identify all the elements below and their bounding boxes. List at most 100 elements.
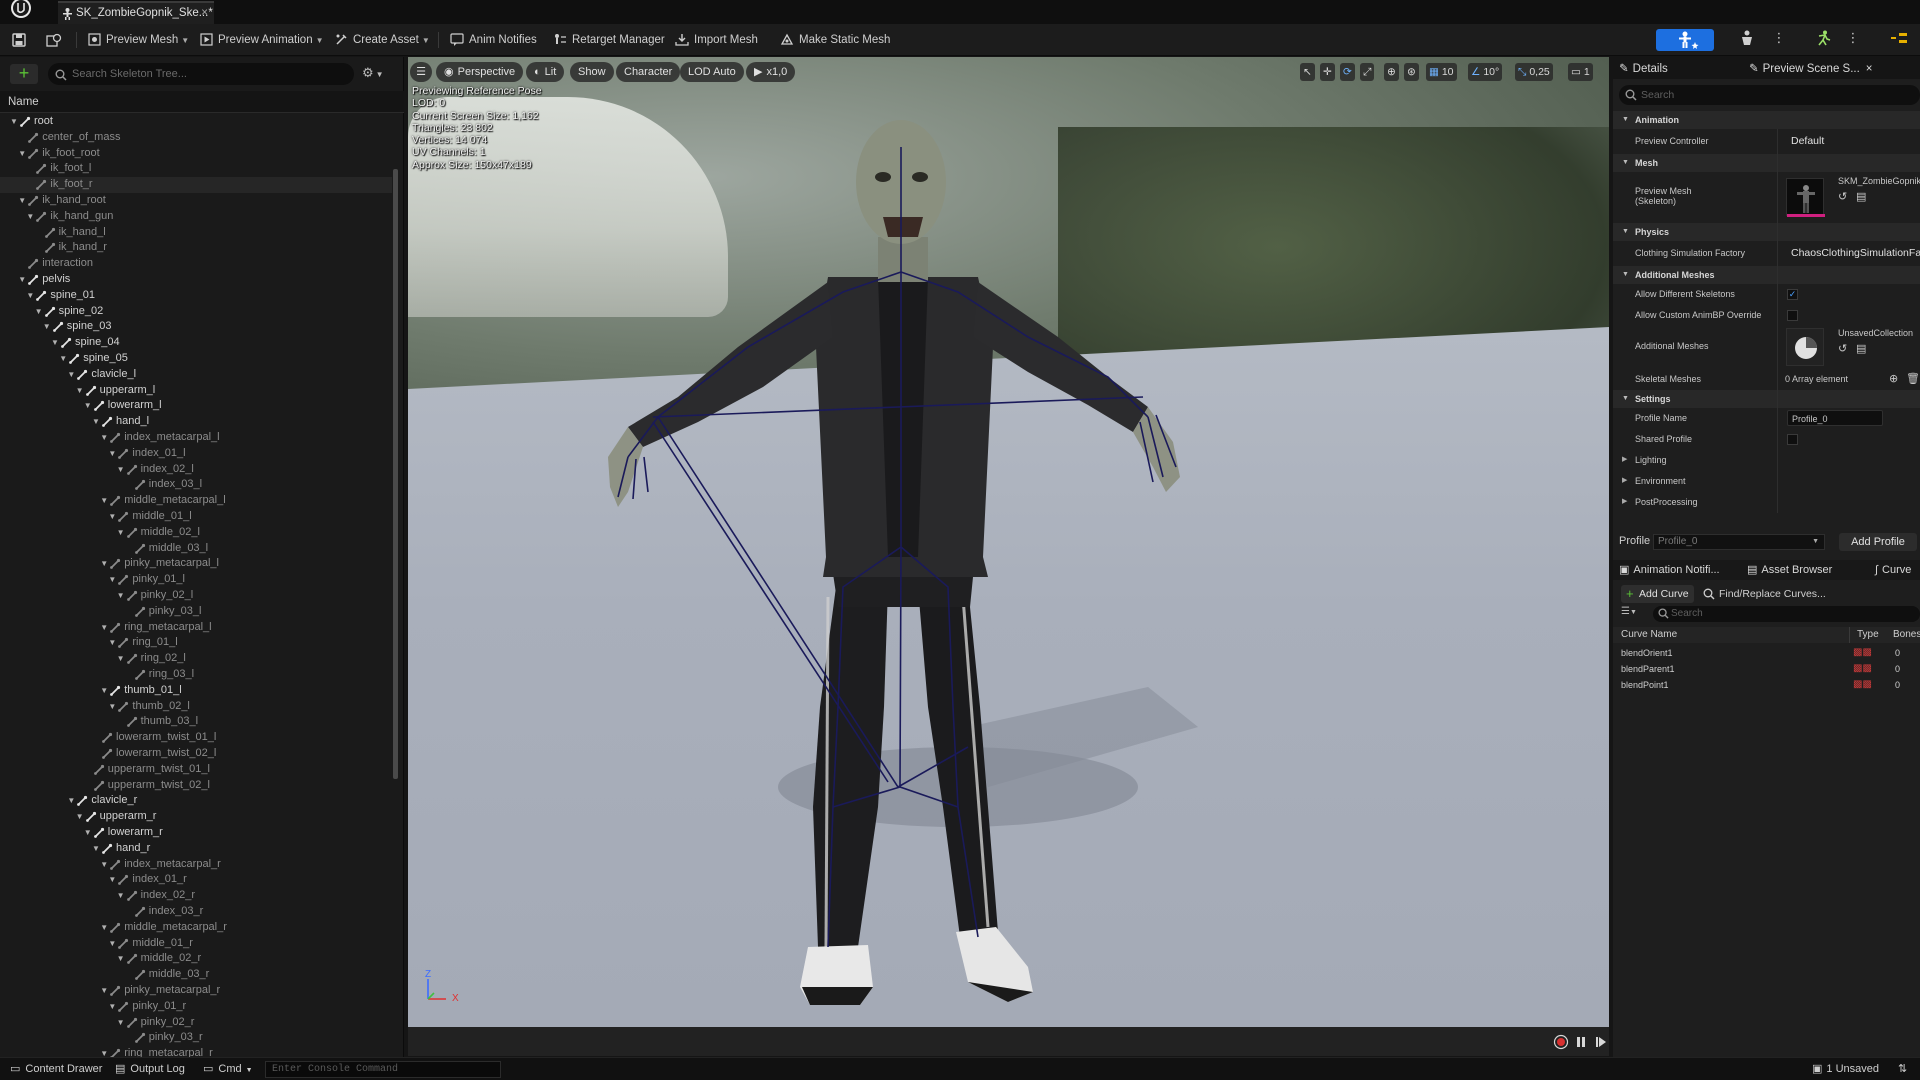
tree-row[interactable]: ▼ clavicle_r xyxy=(0,793,392,809)
tree-row[interactable]: middle_03_r xyxy=(0,967,392,983)
perspective-button[interactable]: ◉ Perspective xyxy=(436,62,524,82)
tree-row[interactable]: ▼ hand_l xyxy=(0,414,392,430)
source-control-icon[interactable]: ⇅ xyxy=(1898,1061,1907,1078)
tree-row[interactable]: ▼ index_01_r xyxy=(0,872,392,888)
tree-row[interactable]: ▼ ring_01_l xyxy=(0,635,392,651)
tree-row[interactable]: ▼ upperarm_r xyxy=(0,809,392,825)
tree-row[interactable]: lowerarm_twist_01_l xyxy=(0,730,392,746)
trash-icon[interactable]: 🗑 xyxy=(1906,369,1920,389)
translate-tool-icon[interactable]: ✛ xyxy=(1320,63,1335,81)
more-options-icon[interactable]: ⋮ xyxy=(1842,30,1864,50)
tree-row[interactable]: ▼ middle_02_l xyxy=(0,525,392,541)
expand-arrow-icon[interactable]: ▼ xyxy=(108,999,116,1015)
tree-row[interactable]: ▼ thumb_02_l xyxy=(0,699,392,715)
tree-row[interactable]: index_03_r xyxy=(0,904,392,920)
tree-row[interactable]: lowerarm_twist_02_l xyxy=(0,746,392,762)
tree-row[interactable]: ▼ middle_01_r xyxy=(0,936,392,952)
import-mesh-button[interactable]: Import Mesh xyxy=(675,30,758,50)
tree-row[interactable]: ▼ ring_02_l xyxy=(0,651,392,667)
tree-row[interactable]: ▼ index_02_r xyxy=(0,888,392,904)
lit-button[interactable]: ◐ Lit xyxy=(526,62,565,82)
mesh-category[interactable]: ▼ Mesh xyxy=(1613,154,1920,172)
tree-row[interactable]: ▼ middle_metacarpal_l xyxy=(0,493,392,509)
close-icon[interactable]: × xyxy=(1866,63,1873,75)
tree-row[interactable]: center_of_mass xyxy=(0,130,392,146)
console-command-input[interactable]: Enter Console Command xyxy=(265,1061,501,1078)
tree-row[interactable]: ik_hand_l xyxy=(0,225,392,241)
expand-arrow-icon[interactable]: ▼ xyxy=(10,114,18,130)
expand-arrow-icon[interactable]: ▼ xyxy=(92,414,100,430)
expand-arrow-icon[interactable]: ▼ xyxy=(76,809,84,825)
cmd-dropdown[interactable]: ▭ Cmd ▼ xyxy=(203,1061,253,1078)
tree-row[interactable]: ▼ clavicle_l xyxy=(0,367,392,383)
details-search-input[interactable]: Search xyxy=(1619,85,1920,105)
expand-arrow-icon[interactable]: ▼ xyxy=(67,793,75,809)
tree-row[interactable]: pinky_03_l xyxy=(0,604,392,620)
blueprint-mode-icon[interactable] xyxy=(1888,30,1910,50)
tree-column-header[interactable]: Name xyxy=(0,91,404,113)
expand-arrow-icon[interactable]: ▼ xyxy=(18,146,26,162)
animation-category[interactable]: ▼ Animation xyxy=(1613,111,1920,129)
tree-row[interactable]: ▼ ring_metacarpal_l xyxy=(0,620,392,636)
profile-name-input[interactable]: Profile_0 xyxy=(1787,410,1883,426)
tree-row[interactable]: ▼ spine_01 xyxy=(0,288,392,304)
tree-row[interactable]: ▼ pinky_02_l xyxy=(0,588,392,604)
unsaved-button[interactable]: ▣ 1 Unsaved xyxy=(1812,1061,1879,1078)
clothing-dropdown[interactable]: ChaosClothingSimulationFa xyxy=(1791,241,1920,265)
tree-row[interactable]: pinky_03_r xyxy=(0,1030,392,1046)
tree-row[interactable]: ▼ spine_02 xyxy=(0,304,392,320)
expand-arrow-icon[interactable]: ▼ xyxy=(117,651,125,667)
lod-button[interactable]: LOD Auto xyxy=(680,62,744,82)
reset-arrow-icon[interactable]: ↺ xyxy=(1838,190,1847,203)
preview-animation-button[interactable]: Preview Animation ▼ xyxy=(200,30,324,50)
expand-arrow-icon[interactable]: ▼ xyxy=(100,857,108,873)
scale-tool-icon[interactable]: ⤢ xyxy=(1360,63,1375,81)
world-space-icon[interactable]: ⊕ xyxy=(1384,63,1399,81)
camera-speed-button[interactable]: ▭ 1 xyxy=(1568,63,1593,81)
expand-arrow-icon[interactable]: ▼ xyxy=(59,351,67,367)
retarget-manager-button[interactable]: Retarget Manager xyxy=(553,30,665,50)
tree-row[interactable]: ▼ spine_05 xyxy=(0,351,392,367)
unreal-logo-icon[interactable] xyxy=(6,0,36,22)
anim-notifies-button[interactable]: Anim Notifies xyxy=(450,30,537,50)
tree-row[interactable]: upperarm_twist_02_l xyxy=(0,778,392,794)
preview-mesh-thumbnail[interactable] xyxy=(1786,178,1825,217)
make-static-mesh-button[interactable]: Make Static Mesh xyxy=(780,30,890,50)
expand-arrow-icon[interactable]: ▼ xyxy=(100,683,108,699)
expand-arrow-icon[interactable]: ▼ xyxy=(100,493,108,509)
shared-profile-checkbox[interactable] xyxy=(1787,434,1798,445)
expand-arrow-icon[interactable]: ▼ xyxy=(100,620,108,636)
viewport-menu-button[interactable]: ☰ xyxy=(410,62,432,82)
character-button[interactable]: Character xyxy=(616,62,681,82)
physics-category[interactable]: ▼ Physics xyxy=(1613,223,1920,241)
output-log-button[interactable]: ▤ Output Log xyxy=(115,1061,185,1078)
tree-row[interactable]: ik_foot_r xyxy=(0,177,392,193)
tree-row[interactable]: interaction xyxy=(0,256,392,272)
lighting-section[interactable]: ▶ Lighting xyxy=(1613,451,1920,469)
tree-row[interactable]: ▼ upperarm_l xyxy=(0,383,392,399)
expand-arrow-icon[interactable]: ▼ xyxy=(18,193,26,209)
expand-arrow-icon[interactable]: ▼ xyxy=(26,288,34,304)
tree-row[interactable]: ▼ pinky_01_l xyxy=(0,572,392,588)
add-profile-button[interactable]: Add Profile xyxy=(1839,533,1917,551)
additional-meshes-category[interactable]: ▼ Additional Meshes xyxy=(1613,266,1920,284)
rotation-snap-button[interactable]: ∠ 10° xyxy=(1468,63,1503,81)
more-options-icon[interactable]: ⋮ xyxy=(1768,30,1790,50)
tree-row[interactable]: ▼ spine_03 xyxy=(0,319,392,335)
mesh-mode-icon[interactable] xyxy=(1736,30,1758,50)
expand-arrow-icon[interactable]: ▼ xyxy=(51,335,59,351)
tree-row[interactable]: upperarm_twist_01_l xyxy=(0,762,392,778)
tab-details[interactable]: ✎ Details xyxy=(1619,59,1668,79)
animation-mode-icon[interactable] xyxy=(1812,30,1834,50)
postprocessing-section[interactable]: ▶ PostProcessing xyxy=(1613,493,1920,511)
allow-custom-animbp-checkbox[interactable] xyxy=(1787,310,1798,321)
skeleton-settings-button[interactable]: ⚙ ▼ xyxy=(362,65,390,83)
expand-arrow-icon[interactable]: ▼ xyxy=(26,209,34,225)
expand-arrow-icon[interactable]: ▼ xyxy=(117,951,125,967)
record-icon[interactable] xyxy=(1553,1034,1569,1050)
profile-dropdown[interactable]: Profile_0 ▼ xyxy=(1653,534,1825,550)
add-socket-button[interactable]: + xyxy=(10,64,38,84)
tree-row[interactable]: thumb_03_l xyxy=(0,714,392,730)
tree-row[interactable]: ▼ index_metacarpal_r xyxy=(0,857,392,873)
expand-arrow-icon[interactable]: ▼ xyxy=(100,983,108,999)
